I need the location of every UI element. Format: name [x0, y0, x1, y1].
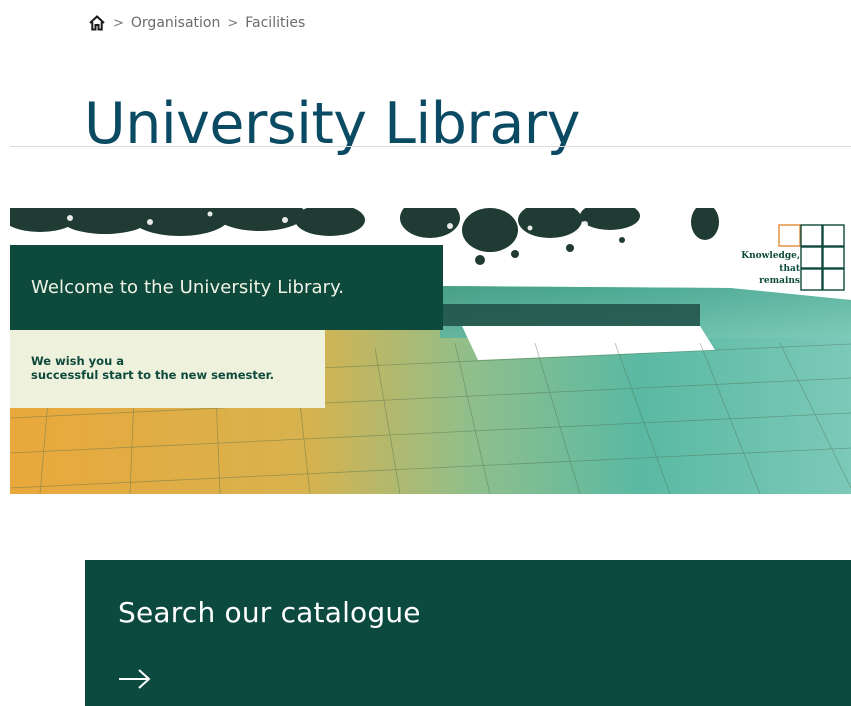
- semester-message-line-1: We wish you a: [31, 354, 125, 368]
- semester-message-box: We wish you a successful start to the ne…: [10, 330, 325, 408]
- welcome-text: Welcome to the University Library.: [31, 277, 345, 298]
- breadcrumb-item-facilities[interactable]: Facilities: [245, 15, 305, 31]
- library-logo-text: Knowledge, that remains: [741, 250, 800, 288]
- page-title: University Library: [84, 91, 580, 157]
- breadcrumb-separator: >: [227, 15, 239, 31]
- logo-line-1: Knowledge,: [741, 251, 800, 261]
- logo-line-3: remains: [759, 276, 800, 286]
- search-catalogue-title[interactable]: Search our catalogue: [118, 596, 421, 629]
- logo-line-2: that: [779, 263, 800, 274]
- breadcrumb: > Organisation > Facilities: [88, 14, 305, 32]
- hero-banner: Welcome to the University Library. We wi…: [10, 208, 851, 494]
- semester-message-line-2: successful start to the new semester.: [31, 368, 275, 382]
- arrow-right-icon[interactable]: [118, 668, 152, 690]
- divider: [10, 146, 851, 147]
- semester-message: We wish you a successful start to the ne…: [31, 354, 274, 382]
- search-catalogue-panel[interactable]: Search our catalogue: [85, 560, 851, 706]
- welcome-box: Welcome to the University Library.: [10, 245, 443, 330]
- page: > Organisation > Facilities University L…: [0, 0, 851, 706]
- home-icon[interactable]: [88, 14, 106, 32]
- breadcrumb-separator: >: [113, 15, 124, 31]
- breadcrumb-item-organisation[interactable]: Organisation: [131, 15, 220, 31]
